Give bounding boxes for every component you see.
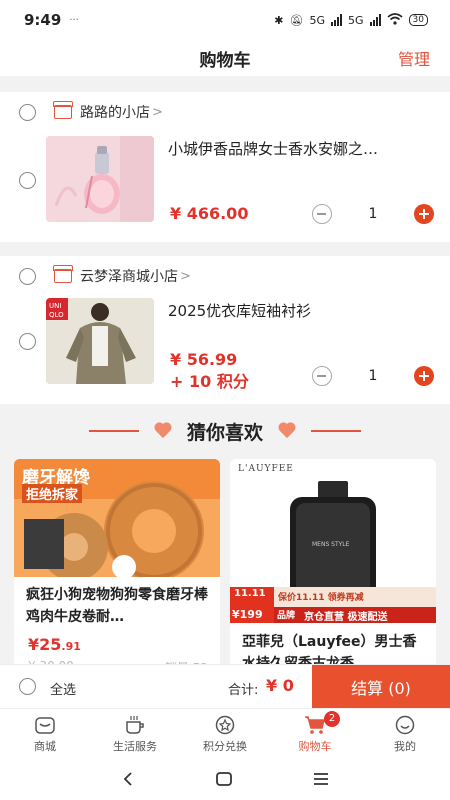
star-badge-icon: [215, 715, 235, 735]
recommend-image[interactable]: 磨牙解馋 拒绝拆家: [14, 459, 220, 577]
promo-tag: 品牌: [277, 611, 296, 621]
tab-label: 积分兑换: [203, 740, 247, 753]
quantity-stepper: 1: [312, 366, 434, 386]
total-value: ¥ 0: [266, 676, 294, 695]
back-icon[interactable]: [120, 771, 136, 787]
mall-icon: [35, 717, 55, 734]
item-select-radio[interactable]: [19, 172, 36, 189]
cart-badge: 2: [324, 711, 340, 727]
wifi-icon: [387, 12, 403, 28]
item-select-radio[interactable]: [19, 333, 36, 350]
store-select-radio[interactable]: [19, 267, 36, 285]
status-bar: 9:49 ··· ✱ 🔕︎ 5G 5G 30: [0, 0, 450, 40]
signal-label-2: 5G: [348, 13, 364, 27]
product-title[interactable]: 2025优衣库短袖衬衫: [168, 300, 428, 321]
manage-button[interactable]: 管理: [398, 46, 430, 70]
product-price: ¥ 466.00: [170, 204, 249, 223]
recommend-image[interactable]: L'AUYFEE MENS STYLE 11.11 ¥199 保价11.11 领…: [230, 459, 436, 624]
battery-icon: 30: [408, 14, 428, 26]
shop-icon: [53, 101, 73, 119]
svg-text:QLO: QLO: [49, 311, 64, 319]
shop-icon: [53, 265, 73, 283]
home-icon[interactable]: [215, 771, 233, 787]
system-nav-bar: [0, 758, 450, 800]
minus-icon[interactable]: [312, 204, 332, 224]
divider: [88, 430, 139, 432]
status-left: 9:49 ···: [24, 11, 79, 29]
product-title[interactable]: 小城伊香品牌女士香水安娜之…: [168, 138, 428, 159]
heart-icon: [153, 423, 173, 439]
promo-price: ¥199: [232, 608, 263, 621]
tab-life-services[interactable]: 生活服务: [90, 709, 180, 758]
status-time: 9:49: [24, 11, 62, 29]
recommend-price: ¥25.91: [28, 635, 81, 654]
signal-icon: [331, 14, 343, 26]
recommend-header: 猜你喜欢: [0, 406, 450, 456]
promo-text-1: 保价11.11 领券再减: [278, 593, 364, 603]
signal-label: 5G: [309, 13, 326, 27]
recommend-card[interactable]: L'AUYFEE MENS STYLE 11.11 ¥199 保价11.11 领…: [230, 459, 436, 669]
svg-text:UNI: UNI: [49, 302, 61, 310]
recommend-card[interactable]: 磨牙解馋 拒绝拆家 疯狂小狗宠物狗狗零食磨牙棒鸡肉牛皮卷耐… ¥25.91 ¥ …: [14, 459, 220, 669]
tab-label: 购物车: [298, 740, 332, 753]
select-all-label[interactable]: 全选: [50, 679, 76, 698]
tab-label: 生活服务: [113, 740, 157, 753]
tab-mall[interactable]: 商城: [0, 709, 90, 758]
recommend-title-text[interactable]: 疯狂小狗宠物狗狗零食磨牙棒鸡肉牛皮卷耐…: [26, 584, 212, 628]
store-name[interactable]: 路路的小店: [80, 102, 150, 122]
price-integer: ¥25: [28, 635, 62, 654]
plus-icon[interactable]: [413, 204, 434, 224]
banner-line-2: 拒绝拆家: [22, 484, 83, 503]
store-card: 路路的小店 > 小城伊香品牌女士香水安娜之… ¥ 466.00 1: [0, 92, 450, 242]
tab-bar: 商城 生活服务 积分兑换 购物车 2 我的: [0, 708, 450, 758]
quantity-stepper: 1: [312, 204, 434, 224]
store-name[interactable]: 云梦泽商城小店: [80, 266, 178, 286]
store-select-radio[interactable]: [19, 103, 36, 121]
smile-icon: [395, 715, 415, 735]
quantity-value[interactable]: 1: [369, 206, 378, 222]
page-title: 购物车: [199, 50, 251, 71]
status-dots: ···: [69, 14, 79, 26]
product-points: + 10 积分: [170, 372, 249, 391]
minus-icon[interactable]: [312, 366, 332, 386]
promo-text-2: 京仓直营 极速配送: [304, 612, 388, 623]
product-image[interactable]: UNI QLO: [46, 298, 154, 384]
page-header: 购物车 管理: [0, 40, 450, 76]
checkout-button[interactable]: 结算 (0): [312, 665, 450, 709]
chevron-right-icon: >: [152, 104, 163, 120]
bluetooth-icon: ✱: [274, 13, 284, 27]
price-decimal: .91: [61, 640, 81, 653]
status-right: ✱ 🔕︎ 5G 5G 30: [274, 12, 428, 28]
product-price: ¥ 56.99: [170, 350, 238, 369]
bottle-label: MENS STYLE: [312, 541, 350, 548]
tab-cart[interactable]: 购物车 2: [270, 709, 360, 758]
store-header[interactable]: 云梦泽商城小店 >: [0, 256, 450, 296]
tab-mine[interactable]: 我的: [360, 709, 450, 758]
plus-icon[interactable]: [413, 366, 434, 386]
tab-points-exchange[interactable]: 积分兑换: [180, 709, 270, 758]
total-label: 合计:: [228, 683, 259, 698]
promo-strip: 11.11 ¥199 保价11.11 领券再减 品牌 京仓直营 极速配送: [230, 587, 436, 623]
store-header[interactable]: 路路的小店 >: [0, 92, 450, 132]
select-all-radio[interactable]: [19, 678, 36, 695]
heart-icon: [277, 423, 297, 439]
chevron-right-icon: >: [180, 268, 191, 284]
menu-icon[interactable]: [312, 771, 330, 787]
mute-icon: 🔕︎: [289, 13, 304, 27]
tab-label: 我的: [394, 740, 416, 753]
quantity-value[interactable]: 1: [369, 368, 378, 384]
product-image[interactable]: [46, 136, 154, 222]
coffee-icon: [126, 716, 144, 734]
recommend-title: 猜你喜欢: [186, 421, 263, 444]
store-card: 云梦泽商城小店 > UNI QLO 2025优衣库短袖衬衫 ¥ 56.99 + …: [0, 256, 450, 404]
divider: [311, 430, 361, 432]
checkout-bar: 全选 合计: ¥ 0 结算 (0): [0, 664, 450, 709]
signal-icon-2: [369, 14, 381, 26]
tab-label: 商城: [34, 740, 56, 753]
promo-event: 11.11: [234, 588, 266, 599]
cart-icon: [305, 716, 325, 734]
